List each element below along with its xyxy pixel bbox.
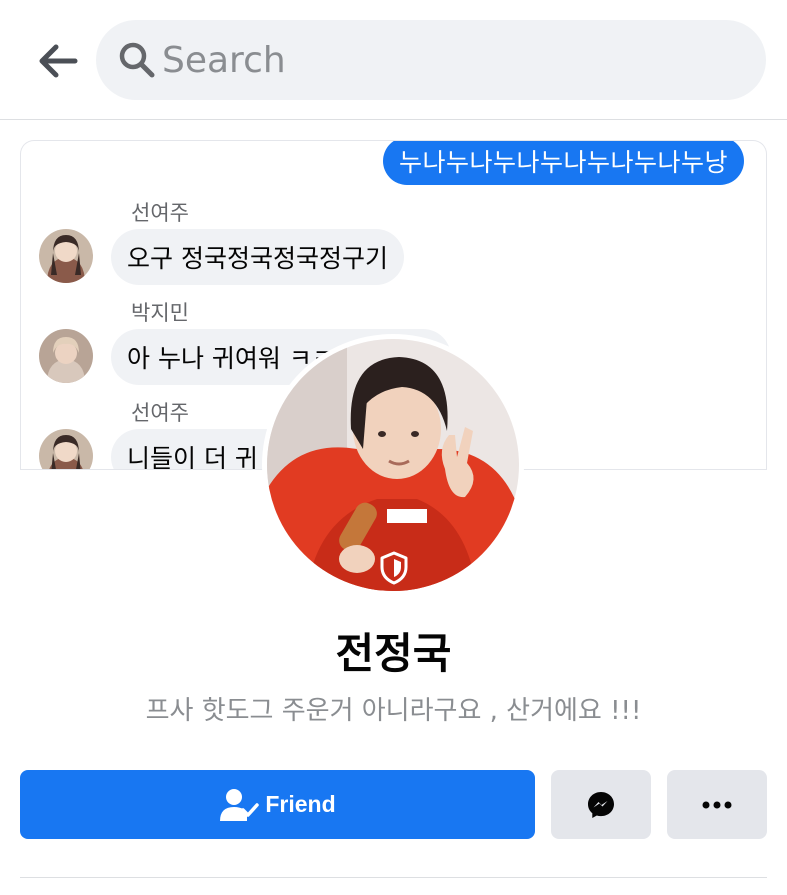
arrow-left-icon [39, 44, 78, 78]
friend-button-label: Friend [265, 791, 336, 817]
message-sender-name: 선여주 [131, 201, 189, 225]
profile-picture[interactable] [262, 334, 524, 596]
profile-photo [267, 339, 519, 591]
shield-icon [379, 551, 409, 585]
search-bar[interactable] [96, 20, 766, 100]
message-sender-name: 박지민 [131, 301, 189, 325]
messenger-icon [588, 791, 614, 818]
profile-bio: 프사 핫도그 주운거 아니라구요 , 산거에요 !!! [145, 696, 642, 726]
messenger-button[interactable] [551, 770, 651, 839]
search-input[interactable] [162, 39, 722, 81]
top-bar [0, 0, 787, 120]
section-divider [20, 877, 767, 878]
profile-name: 전정국 [335, 629, 452, 678]
avatar [39, 229, 93, 283]
search-icon [118, 41, 156, 79]
received-message-bubble: 오구 정국정국정국정구기 [111, 229, 404, 285]
message-sender-name: 선여주 [131, 401, 189, 425]
avatar [39, 429, 93, 470]
back-button[interactable] [34, 40, 82, 82]
more-options-button[interactable] [667, 770, 767, 839]
avatar [39, 329, 93, 383]
more-dots-icon [702, 801, 732, 808]
sent-message-bubble: 누나누나누나누나누나누나누낭 [382, 141, 744, 185]
person-check-icon [219, 788, 260, 822]
friend-button[interactable]: Friend [20, 770, 535, 839]
